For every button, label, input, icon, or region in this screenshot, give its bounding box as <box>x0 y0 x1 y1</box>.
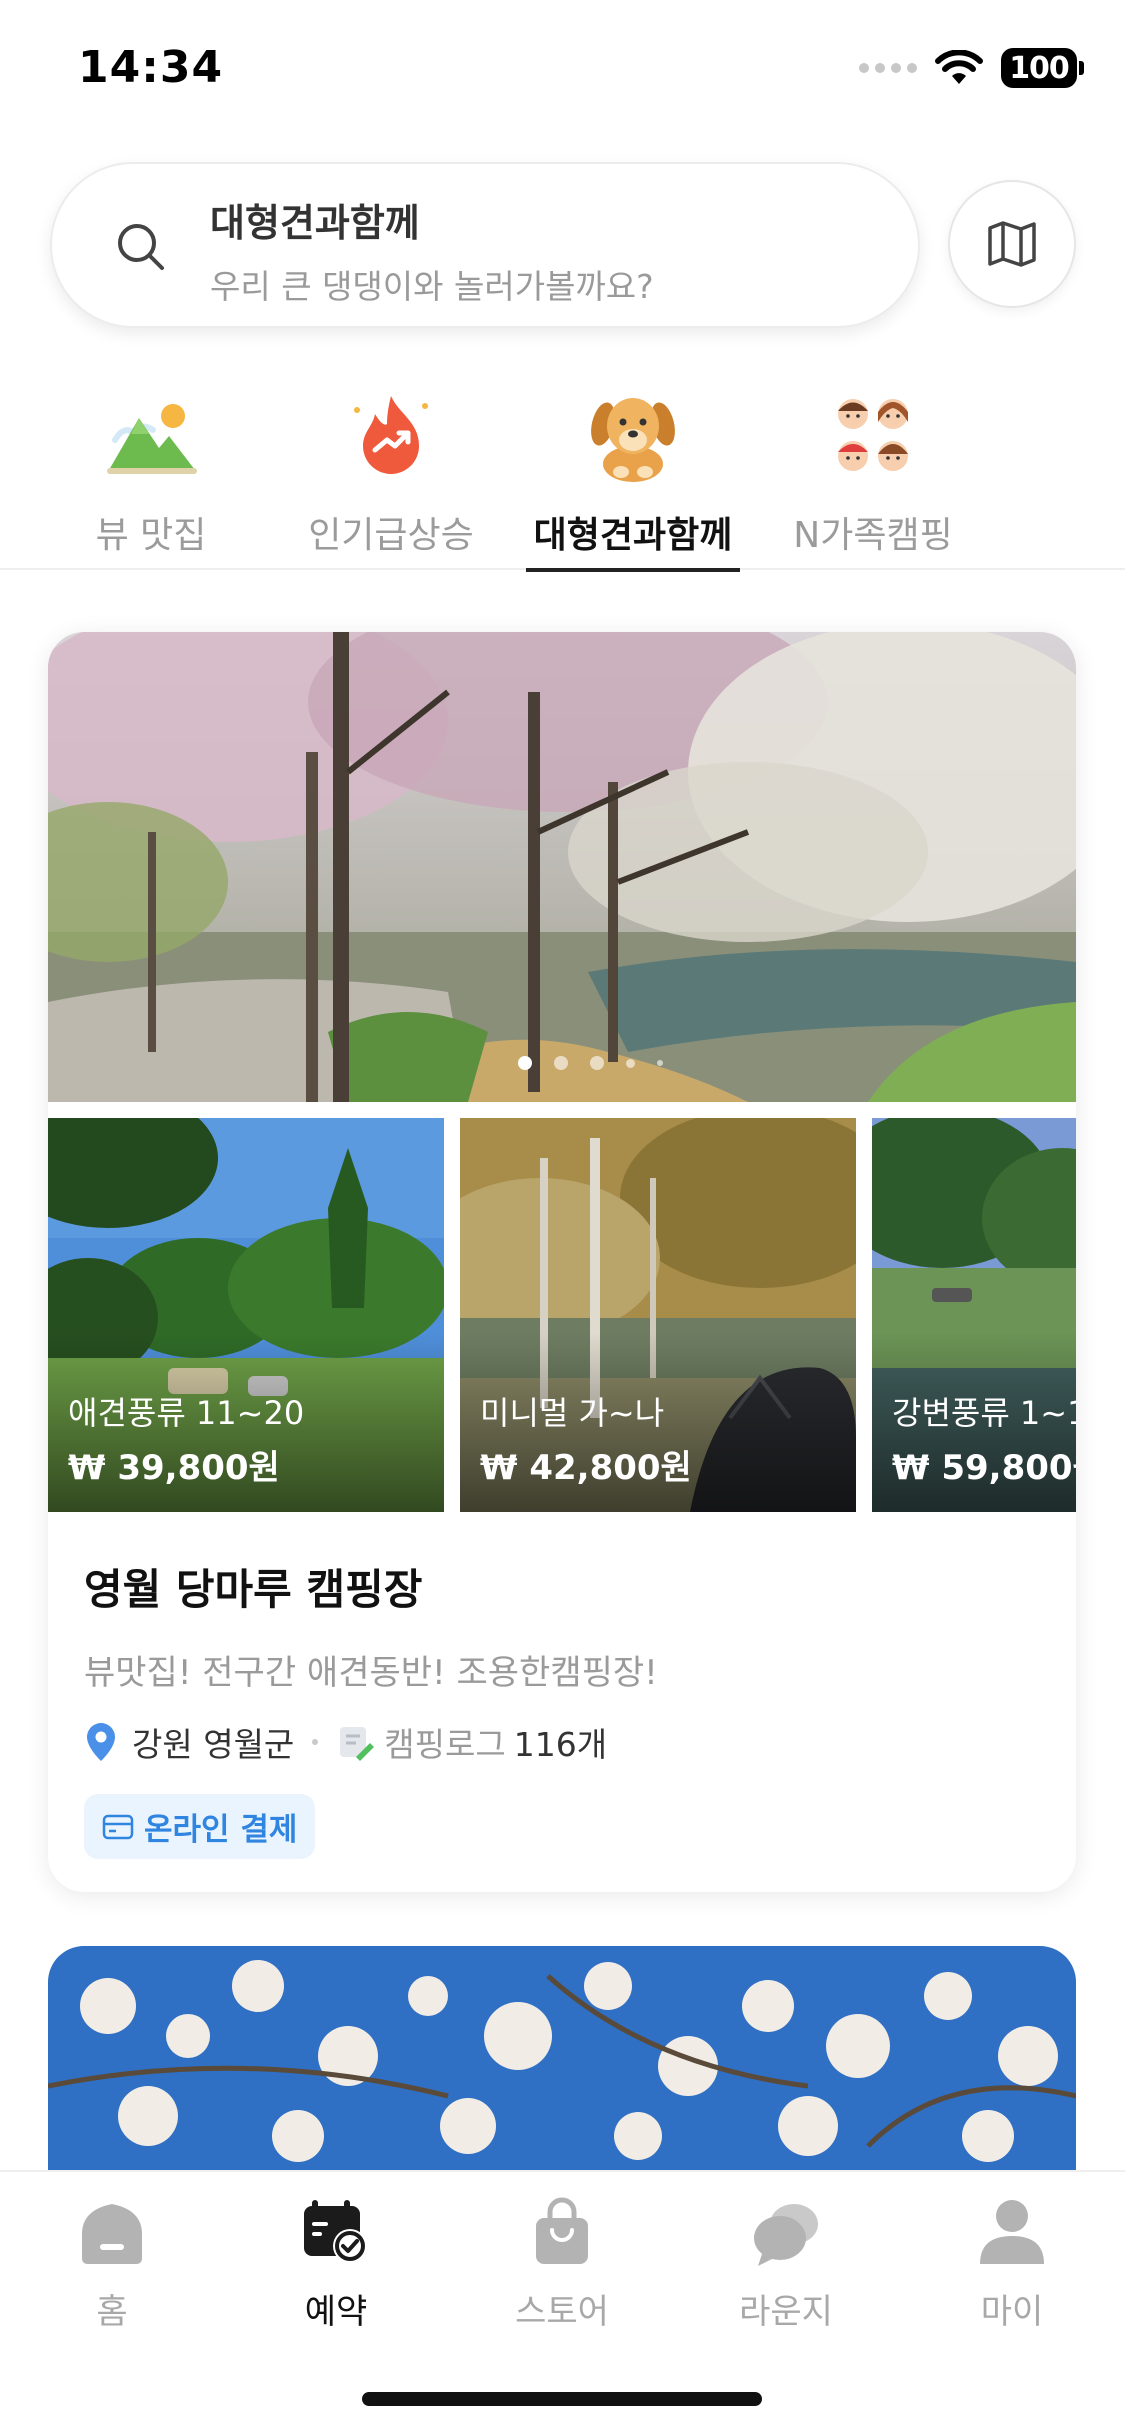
nav-label: 마이 <box>980 2292 1044 2332</box>
tab-label: 대형견과함께 <box>533 515 733 556</box>
nav-lounge[interactable]: 라운지 <box>706 2196 866 2346</box>
nav-label: 라운지 <box>739 2292 833 2332</box>
room-list[interactable]: 애견풍류 11~20 ₩ 39,800원 미니멀 가~나 ₩ 42,800원 강… <box>48 1118 1076 1512</box>
carousel-dot <box>626 1058 635 1068</box>
credit-card-icon <box>102 1814 134 1839</box>
tab-with-large-dog[interactable]: 대형견과함께 <box>518 370 748 572</box>
search-subtitle: 우리 큰 댕댕이와 놀러가볼까요? <box>210 267 654 306</box>
nav-label: 스토어 <box>515 2292 609 2332</box>
nav-home[interactable]: 홈 <box>32 2196 192 2346</box>
room-item[interactable]: 미니멀 가~나 ₩ 42,800원 <box>460 1118 856 1512</box>
camping-log-label: 캠핑로그 <box>384 1725 506 1764</box>
meta-separator <box>312 1739 319 1745</box>
chat-bubbles-icon <box>754 2204 818 2266</box>
campsite-card[interactable]: 애견풍류 11~20 ₩ 39,800원 미니멀 가~나 ₩ 42,800원 강… <box>48 632 1076 1892</box>
dog-icon <box>591 398 675 482</box>
cellular-signal-icon <box>859 63 917 73</box>
room-item[interactable]: 강변풍류 1~10 ₩ 59,800원 <box>872 1118 1076 1512</box>
search-title: 대형견과함께 <box>210 201 420 245</box>
hero-carousel[interactable] <box>48 632 1076 1102</box>
campsite-description: 뷰맛집! 전구간 애견동반! 조용한캠핑장! <box>84 1653 658 1693</box>
carousel-dot <box>590 1056 604 1070</box>
campsite-name: 영월 당마루 캠핑장 <box>84 1565 423 1614</box>
search-bar[interactable]: 대형견과함께 우리 큰 댕댕이와 놀러가볼까요? <box>50 162 920 328</box>
campsite-meta: 강원 영월군 캠핑로그 116개 <box>84 1718 1044 1766</box>
wifi-icon <box>935 50 983 84</box>
person-icon <box>980 2200 1044 2264</box>
calendar-check-icon <box>304 2200 367 2263</box>
search-icon <box>118 224 164 270</box>
room-name: 미니멀 가~나 <box>480 1394 665 1432</box>
mountain-icon <box>107 404 197 474</box>
location-pin-icon <box>87 1723 115 1761</box>
category-tabs: 뷰 맛집 인기급상승 대형견과함께 N가족캠핑 <box>0 370 1125 572</box>
nav-label: 홈 <box>96 2292 128 2332</box>
room-name: 애견풍류 11~20 <box>68 1394 305 1432</box>
carousel-indicators <box>518 1056 663 1070</box>
carousel-dot <box>657 1060 663 1066</box>
tab-label: 뷰 맛집 <box>95 515 207 556</box>
tab-view-restaurant[interactable]: 뷰 맛집 <box>36 370 266 570</box>
online-payment-label: 온라인 결제 <box>144 1812 298 1848</box>
status-time: 14:34 <box>78 42 224 93</box>
fire-icon <box>354 396 428 474</box>
room-price: ₩ 42,800원 <box>480 1448 692 1488</box>
camping-log-icon <box>340 1727 375 1761</box>
tab-label: N가족캠핑 <box>793 515 953 556</box>
online-payment-badge: 온라인 결제 <box>84 1794 316 1859</box>
camping-log-count: 116개 <box>513 1725 608 1764</box>
nav-store[interactable]: 스토어 <box>482 2196 642 2346</box>
room-price: ₩ 59,800원 <box>892 1448 1076 1488</box>
campsite-info: 영월 당마루 캠핑장 뷰맛집! 전구간 애견동반! 조용한캠핑장! 강원 영월군… <box>84 1556 1044 1859</box>
active-tab-underline <box>526 568 740 572</box>
nav-my[interactable]: 마이 <box>932 2196 1092 2346</box>
carousel-dot <box>554 1056 568 1070</box>
room-item[interactable]: 애견풍류 11~20 ₩ 39,800원 <box>48 1118 444 1512</box>
home-indicator <box>362 2392 762 2406</box>
battery-icon: 100 <box>1001 48 1084 88</box>
shopping-bag-icon <box>536 2197 588 2264</box>
carousel-dot <box>518 1056 532 1070</box>
campsite-region: 강원 영월군 <box>132 1725 295 1764</box>
room-name: 강변풍류 1~10 <box>892 1394 1076 1432</box>
map-icon <box>988 221 1036 267</box>
hero-photo <box>48 632 1076 1102</box>
room-price: ₩ 39,800원 <box>68 1448 280 1488</box>
status-indicators: 100 <box>859 48 1084 88</box>
tab-trending[interactable]: 인기급상승 <box>276 370 506 570</box>
status-bar: 14:34 100 <box>0 0 1125 140</box>
home-icon <box>82 2204 142 2264</box>
tab-label: 인기급상승 <box>308 515 474 556</box>
nav-label: 예약 <box>304 2292 368 2332</box>
tab-family-camping[interactable]: N가족캠핑 <box>758 370 988 570</box>
nav-reservation[interactable]: 예약 <box>256 2196 416 2346</box>
map-button[interactable] <box>948 180 1076 308</box>
family-icon <box>838 399 908 471</box>
